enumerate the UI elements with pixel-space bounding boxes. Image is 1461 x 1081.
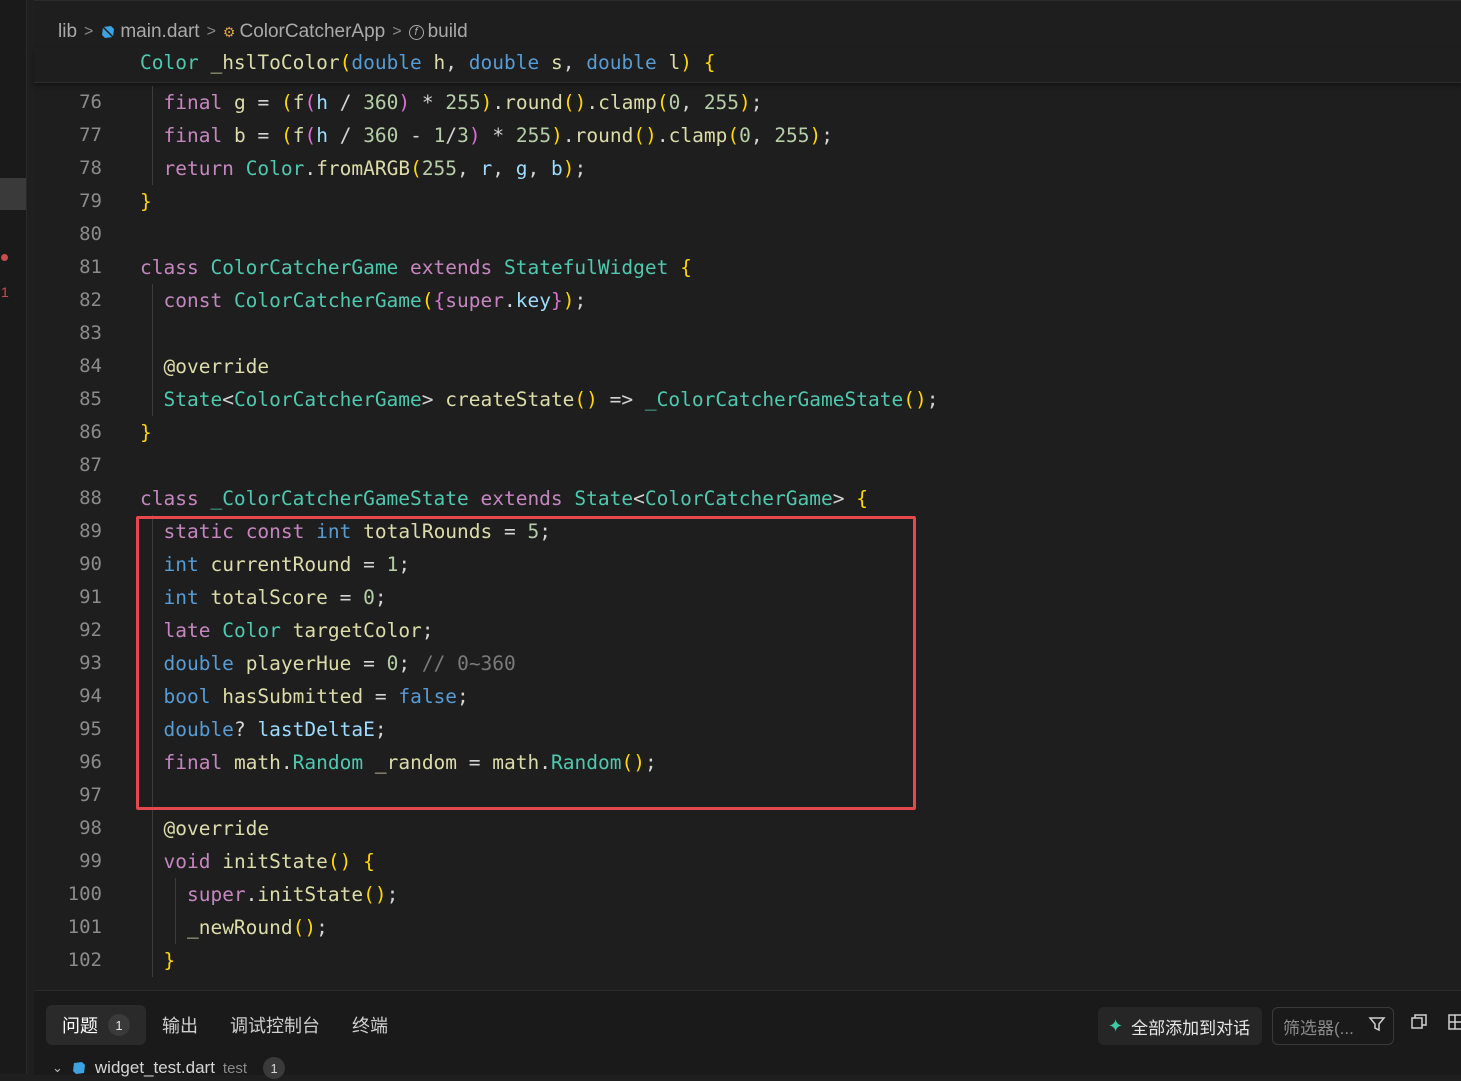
- line-number: 87: [79, 454, 102, 476]
- indent-guide: [175, 878, 176, 944]
- line-number: 99: [79, 850, 102, 872]
- code-line[interactable]: }: [140, 185, 152, 218]
- tab-terminal-label: 终端: [352, 1016, 388, 1036]
- code-line[interactable]: const ColorCatcherGame({super.key});: [140, 284, 586, 317]
- chevron-right-icon: >: [206, 23, 216, 40]
- filter-input[interactable]: 筛选器(...: [1272, 1007, 1394, 1045]
- line-number: 76: [79, 91, 102, 113]
- problem-file-row[interactable]: ⌄ widget_test.dart test 1: [52, 1057, 286, 1079]
- line-number: 94: [79, 685, 102, 707]
- code-line[interactable]: }: [140, 416, 152, 449]
- code-line[interactable]: _newRound();: [140, 911, 328, 944]
- function-symbol-icon: f: [408, 24, 424, 40]
- breadcrumb-file[interactable]: main.dart: [120, 21, 199, 43]
- line-number: 93: [79, 652, 102, 674]
- line-number: 92: [79, 619, 102, 641]
- breadcrumb-method[interactable]: build: [428, 21, 468, 43]
- code-line[interactable]: class _ColorCatcherGameState extends Sta…: [140, 482, 868, 515]
- line-number: 96: [79, 751, 102, 773]
- breadcrumb-class[interactable]: ColorCatcherApp: [239, 21, 385, 43]
- class-symbol-icon: ⚙: [222, 23, 236, 40]
- indent-guide: [152, 86, 153, 185]
- sticky-scroll-header[interactable]: Color _hslToColor(double h, double s, do…: [34, 48, 1461, 83]
- breadcrumb: lib > main.dart > ⚙ ColorCatcherApp > f …: [58, 20, 468, 44]
- line-number: 91: [79, 586, 102, 608]
- line-number: 80: [79, 223, 102, 245]
- line-number: 101: [67, 916, 102, 938]
- tab-debug-console-label: 调试控制台: [230, 1016, 320, 1036]
- chevron-right-icon: >: [84, 23, 94, 40]
- line-number: 77: [79, 124, 102, 146]
- problem-file-count: 1: [263, 1057, 286, 1079]
- line-number: 89: [79, 520, 102, 542]
- dart-file-icon: [100, 24, 116, 40]
- filter-icon[interactable]: [1368, 1015, 1386, 1038]
- tab-debug-console[interactable]: 调试控制台: [214, 1005, 336, 1045]
- code-line[interactable]: return Color.fromARGB(255, r, g, b);: [140, 152, 586, 185]
- line-number: 102: [67, 949, 102, 971]
- add-all-to-chat-button[interactable]: ✦ 全部添加到对话: [1098, 1007, 1262, 1045]
- line-number: 82: [79, 289, 102, 311]
- tab-problems-label: 问题: [62, 1016, 98, 1036]
- activity-strip: 1: [0, 0, 27, 1074]
- breadcrumb-lib[interactable]: lib: [58, 21, 77, 43]
- line-number: 84: [79, 355, 102, 377]
- code-line[interactable]: @override: [140, 350, 269, 383]
- code-line[interactable]: final b = (f(h / 360 - 1/3) * 255).round…: [140, 119, 833, 152]
- sparkle-icon: ✦: [1108, 1015, 1124, 1036]
- highlight-annotation-box: [136, 516, 916, 810]
- tab-problems[interactable]: 问题 1: [46, 1005, 146, 1045]
- problem-file-name: widget_test.dart: [94, 1058, 215, 1077]
- indent-guide: [152, 284, 153, 416]
- tab-terminal[interactable]: 终端: [336, 1005, 404, 1045]
- error-indicator-count: 1: [1, 284, 9, 300]
- filter-placeholder: 筛选器(...: [1283, 1018, 1354, 1038]
- code-line[interactable]: void initState() {: [140, 845, 374, 878]
- line-number: 98: [79, 817, 102, 839]
- tab-output[interactable]: 输出: [146, 1005, 214, 1045]
- line-number: 86: [79, 421, 102, 443]
- line-number: 95: [79, 718, 102, 740]
- code-line[interactable]: class ColorCatcherGame extends StatefulW…: [140, 251, 692, 284]
- sticky-scroll-line: Color _hslToColor(double h, double s, do…: [140, 51, 716, 74]
- line-number: 90: [79, 553, 102, 575]
- add-all-to-chat-label: 全部添加到对话: [1131, 1018, 1251, 1038]
- tab-output-label: 输出: [162, 1016, 198, 1036]
- line-number: 100: [67, 883, 102, 905]
- code-line[interactable]: State<ColorCatcherGame> createState() =>…: [140, 383, 938, 416]
- chevron-right-icon: >: [392, 23, 402, 40]
- line-number: 97: [79, 784, 102, 806]
- error-indicator-dot: [1, 254, 8, 261]
- line-number: 79: [79, 190, 102, 212]
- code-line[interactable]: super.initState();: [140, 878, 398, 911]
- activity-selected-item[interactable]: [0, 178, 26, 210]
- view-as-table-icon[interactable]: [1448, 1013, 1461, 1036]
- code-line[interactable]: }: [140, 944, 175, 977]
- line-number: 83: [79, 322, 102, 344]
- bottom-panel: 问题 1 输出 调试控制台 终端 ✦ 全部添加到对话 筛选器(... ⌄ wid…: [34, 990, 1461, 1079]
- code-line[interactable]: final g = (f(h / 360) * 255).round().cla…: [140, 86, 762, 119]
- panel-tabs: 问题 1 输出 调试控制台 终端: [46, 1005, 404, 1045]
- line-number: 78: [79, 157, 102, 179]
- code-line[interactable]: @override: [140, 812, 269, 845]
- line-number: 88: [79, 487, 102, 509]
- collapse-all-icon[interactable]: [1410, 1013, 1428, 1036]
- line-number: 81: [79, 256, 102, 278]
- problems-count-badge: 1: [108, 1014, 130, 1036]
- line-number: 85: [79, 388, 102, 410]
